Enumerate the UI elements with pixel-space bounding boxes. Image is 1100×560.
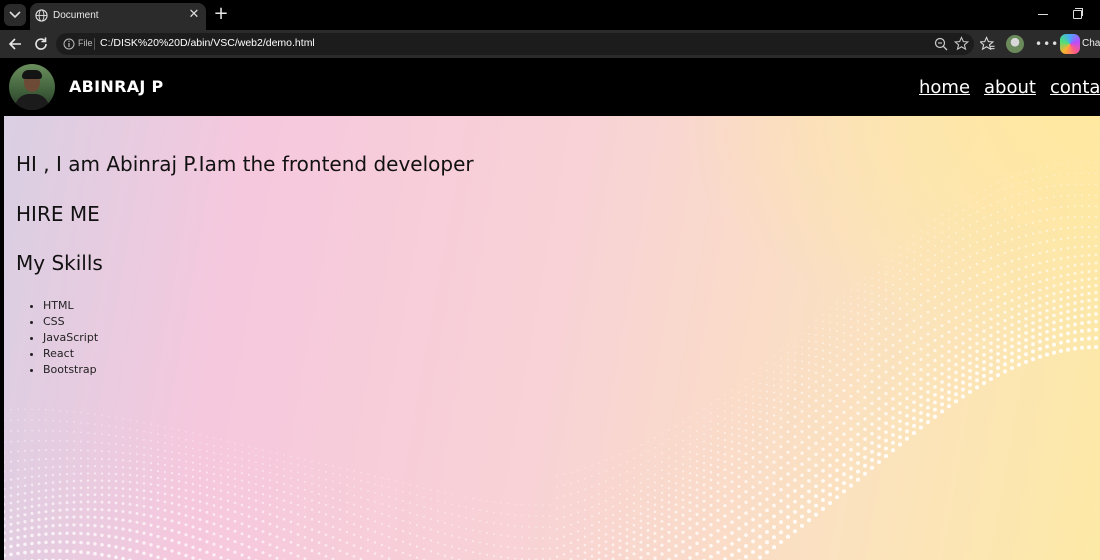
info-icon[interactable] bbox=[63, 38, 75, 50]
skill-item: HTML bbox=[43, 298, 98, 314]
more-options-icon[interactable]: ••• bbox=[1035, 37, 1059, 51]
profile-photo bbox=[9, 64, 55, 110]
intro-heading: HI , I am Abinraj P.Iam the frontend dev… bbox=[16, 152, 474, 176]
back-arrow-icon[interactable] bbox=[6, 35, 24, 53]
skills-heading: My Skills bbox=[16, 251, 103, 275]
skill-item: React bbox=[43, 346, 98, 362]
skill-item: JavaScript bbox=[43, 330, 98, 346]
page-viewport: ABINRAJ P home about contact HI , I am A… bbox=[4, 58, 1100, 560]
tab-title: Document bbox=[53, 10, 99, 21]
site-header: ABINRAJ P home about contact bbox=[4, 58, 1100, 116]
profile-avatar[interactable] bbox=[1006, 35, 1024, 53]
address-scheme-label: File bbox=[78, 38, 93, 48]
skill-item: CSS bbox=[43, 314, 98, 330]
restore-window-icon[interactable] bbox=[1073, 8, 1083, 19]
nav-link-contact[interactable]: contact bbox=[1050, 77, 1100, 98]
chevron-down-icon bbox=[9, 11, 21, 19]
new-tab-icon[interactable]: + bbox=[212, 5, 230, 23]
browser-tab[interactable]: Document ✕ bbox=[30, 3, 206, 30]
tab-actions-menu-button[interactable] bbox=[4, 4, 26, 26]
minimize-window-icon[interactable] bbox=[1038, 14, 1048, 15]
globe-icon bbox=[35, 9, 48, 22]
browser-tab-bar: Document ✕ + bbox=[0, 0, 1100, 30]
copilot-label[interactable]: Chat bbox=[1082, 38, 1100, 49]
site-name: ABINRAJ P bbox=[69, 77, 164, 96]
favorite-star-icon[interactable] bbox=[954, 36, 969, 51]
close-tab-icon[interactable]: ✕ bbox=[186, 7, 202, 23]
browser-toolbar: File C:/DISK%20%20D/abin/VSC/web2/demo.h… bbox=[0, 30, 1100, 58]
dotted-wave-background bbox=[4, 161, 1099, 560]
url-text[interactable]: C:/DISK%20%20D/abin/VSC/web2/demo.html bbox=[100, 37, 315, 49]
nav-link-home[interactable]: home bbox=[919, 77, 970, 98]
reload-icon[interactable] bbox=[32, 35, 50, 53]
zoom-icon[interactable] bbox=[934, 37, 948, 51]
skills-list: HTMLCSSJavaScriptReactBootstrap bbox=[26, 298, 98, 378]
address-separator bbox=[94, 38, 95, 50]
copilot-icon[interactable] bbox=[1060, 34, 1080, 54]
hero-section: HI , I am Abinraj P.Iam the frontend dev… bbox=[4, 116, 1100, 560]
nav-link-about[interactable]: about bbox=[984, 77, 1036, 98]
address-bar[interactable]: File C:/DISK%20%20D/abin/VSC/web2/demo.h… bbox=[56, 33, 974, 55]
skill-item: Bootstrap bbox=[43, 362, 98, 378]
favorites-icon[interactable] bbox=[980, 36, 995, 51]
hire-me-heading: HIRE ME bbox=[16, 202, 100, 226]
